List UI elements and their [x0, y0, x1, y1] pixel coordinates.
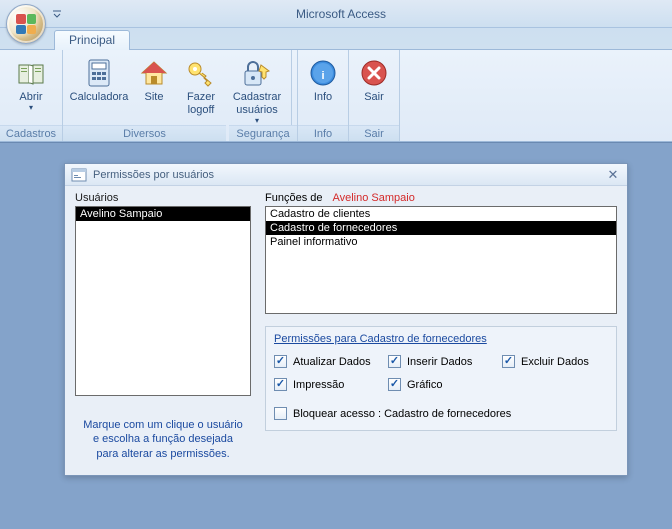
site-button[interactable]: Site: [132, 52, 176, 124]
qat-customize-dropdown[interactable]: [52, 7, 62, 21]
abrir-button[interactable]: Abrir ▾: [3, 52, 59, 124]
calculator-icon: [83, 57, 115, 89]
checkbox-icon: [388, 355, 401, 368]
checkbox-icon: [502, 355, 515, 368]
chk-atualizar[interactable]: Atualizar Dados: [274, 355, 380, 368]
checkbox-icon: [274, 355, 287, 368]
lock-key-icon: [241, 57, 273, 89]
funcoes-user: Avelino Sampaio: [332, 192, 414, 204]
info-icon: i: [307, 57, 339, 89]
permissions-title: Permissões para Cadastro de fornecedores: [274, 333, 608, 345]
list-item[interactable]: Painel informativo: [266, 235, 616, 249]
chk-inserir[interactable]: Inserir Dados: [388, 355, 494, 368]
usuarios-label: Usuários: [75, 192, 251, 204]
chk-impressao-label: Impressão: [293, 379, 344, 391]
list-item[interactable]: Avelino Sampaio: [76, 207, 250, 221]
chk-excluir-label: Excluir Dados: [521, 356, 589, 368]
title-bar: Microsoft Access: [0, 0, 672, 28]
ribbon: Abrir ▾ Cadastros Calculadora Site: [0, 50, 672, 142]
chevron-down-icon: ▾: [29, 106, 33, 110]
ribbon-group-cadastros: Abrir ▾ Cadastros: [0, 50, 63, 141]
funcoes-listbox[interactable]: Cadastro de clientesCadastro de forneced…: [265, 206, 617, 314]
chk-impressao[interactable]: Impressão: [274, 378, 380, 391]
cadastrar-usuarios-label: Cadastrar usuários: [233, 91, 281, 117]
office-button[interactable]: [6, 4, 46, 44]
checkbox-icon: [388, 378, 401, 391]
group-label-sair: Sair: [349, 125, 399, 141]
keys-icon: [185, 57, 217, 89]
form-permissoes: Permissões por usuários ✕ Usuários Aveli…: [64, 163, 628, 476]
chk-bloquear-label: Bloquear acesso : Cadastro de fornecedor…: [293, 408, 511, 420]
form-titlebar[interactable]: Permissões por usuários ✕: [65, 164, 627, 186]
sair-label: Sair: [364, 91, 384, 104]
permissions-panel: Permissões para Cadastro de fornecedores…: [265, 326, 617, 431]
group-label-cadastros: Cadastros: [0, 125, 62, 141]
group-label-diversos: Diversos: [63, 125, 226, 141]
funcoes-label: Funções de: [265, 192, 322, 204]
checkbox-icon: [274, 378, 287, 391]
site-label: Site: [145, 91, 164, 104]
info-label: Info: [314, 91, 332, 104]
list-item[interactable]: Cadastro de fornecedores: [266, 221, 616, 235]
close-x-icon: [358, 57, 390, 89]
calculadora-label: Calculadora: [70, 91, 129, 104]
ribbon-group-info: i Info Info: [298, 50, 349, 141]
chevron-down-icon: [53, 9, 61, 19]
form-title-text: Permissões por usuários: [93, 169, 214, 181]
document-area: Permissões por usuários ✕ Usuários Aveli…: [0, 142, 672, 529]
chevron-down-icon: ▾: [255, 119, 259, 123]
usuarios-listbox[interactable]: Avelino Sampaio: [75, 206, 251, 396]
abrir-label: Abrir: [19, 91, 42, 104]
checkbox-icon: [274, 407, 287, 420]
chk-atualizar-label: Atualizar Dados: [293, 356, 371, 368]
tab-principal[interactable]: Principal: [54, 30, 130, 50]
chk-inserir-label: Inserir Dados: [407, 356, 472, 368]
home-icon: [138, 57, 170, 89]
svg-text:i: i: [321, 70, 324, 82]
form-close-button[interactable]: ✕: [605, 167, 621, 183]
calculadora-button[interactable]: Calculadora: [66, 52, 132, 124]
open-book-icon: [15, 57, 47, 89]
ribbon-tabstrip: Principal: [0, 28, 672, 50]
hint-text: Marque com um clique o usuário e escolha…: [75, 418, 251, 461]
chk-grafico[interactable]: Gráfico: [388, 378, 494, 391]
fazer-logoff-label: Fazer logoff: [187, 91, 215, 117]
info-button[interactable]: i Info: [301, 52, 345, 124]
cadastrar-usuarios-button[interactable]: Cadastrar usuários ▾: [226, 52, 288, 124]
group-label-info: Info: [298, 125, 348, 141]
list-item[interactable]: Cadastro de clientes: [266, 207, 616, 221]
office-logo-icon: [16, 14, 36, 34]
app-title: Microsoft Access: [62, 7, 620, 21]
group-label-seguranca: Segurança: [229, 125, 297, 141]
quick-access-toolbar: [52, 7, 62, 21]
ribbon-group-sair: Sair Sair: [349, 50, 400, 141]
chk-excluir[interactable]: Excluir Dados: [502, 355, 608, 368]
fazer-logoff-button[interactable]: Fazer logoff: [176, 52, 226, 124]
sair-button[interactable]: Sair: [352, 52, 396, 124]
chk-bloquear[interactable]: Bloquear acesso : Cadastro de fornecedor…: [274, 407, 511, 420]
chk-grafico-label: Gráfico: [407, 379, 442, 391]
form-icon: [71, 167, 87, 183]
